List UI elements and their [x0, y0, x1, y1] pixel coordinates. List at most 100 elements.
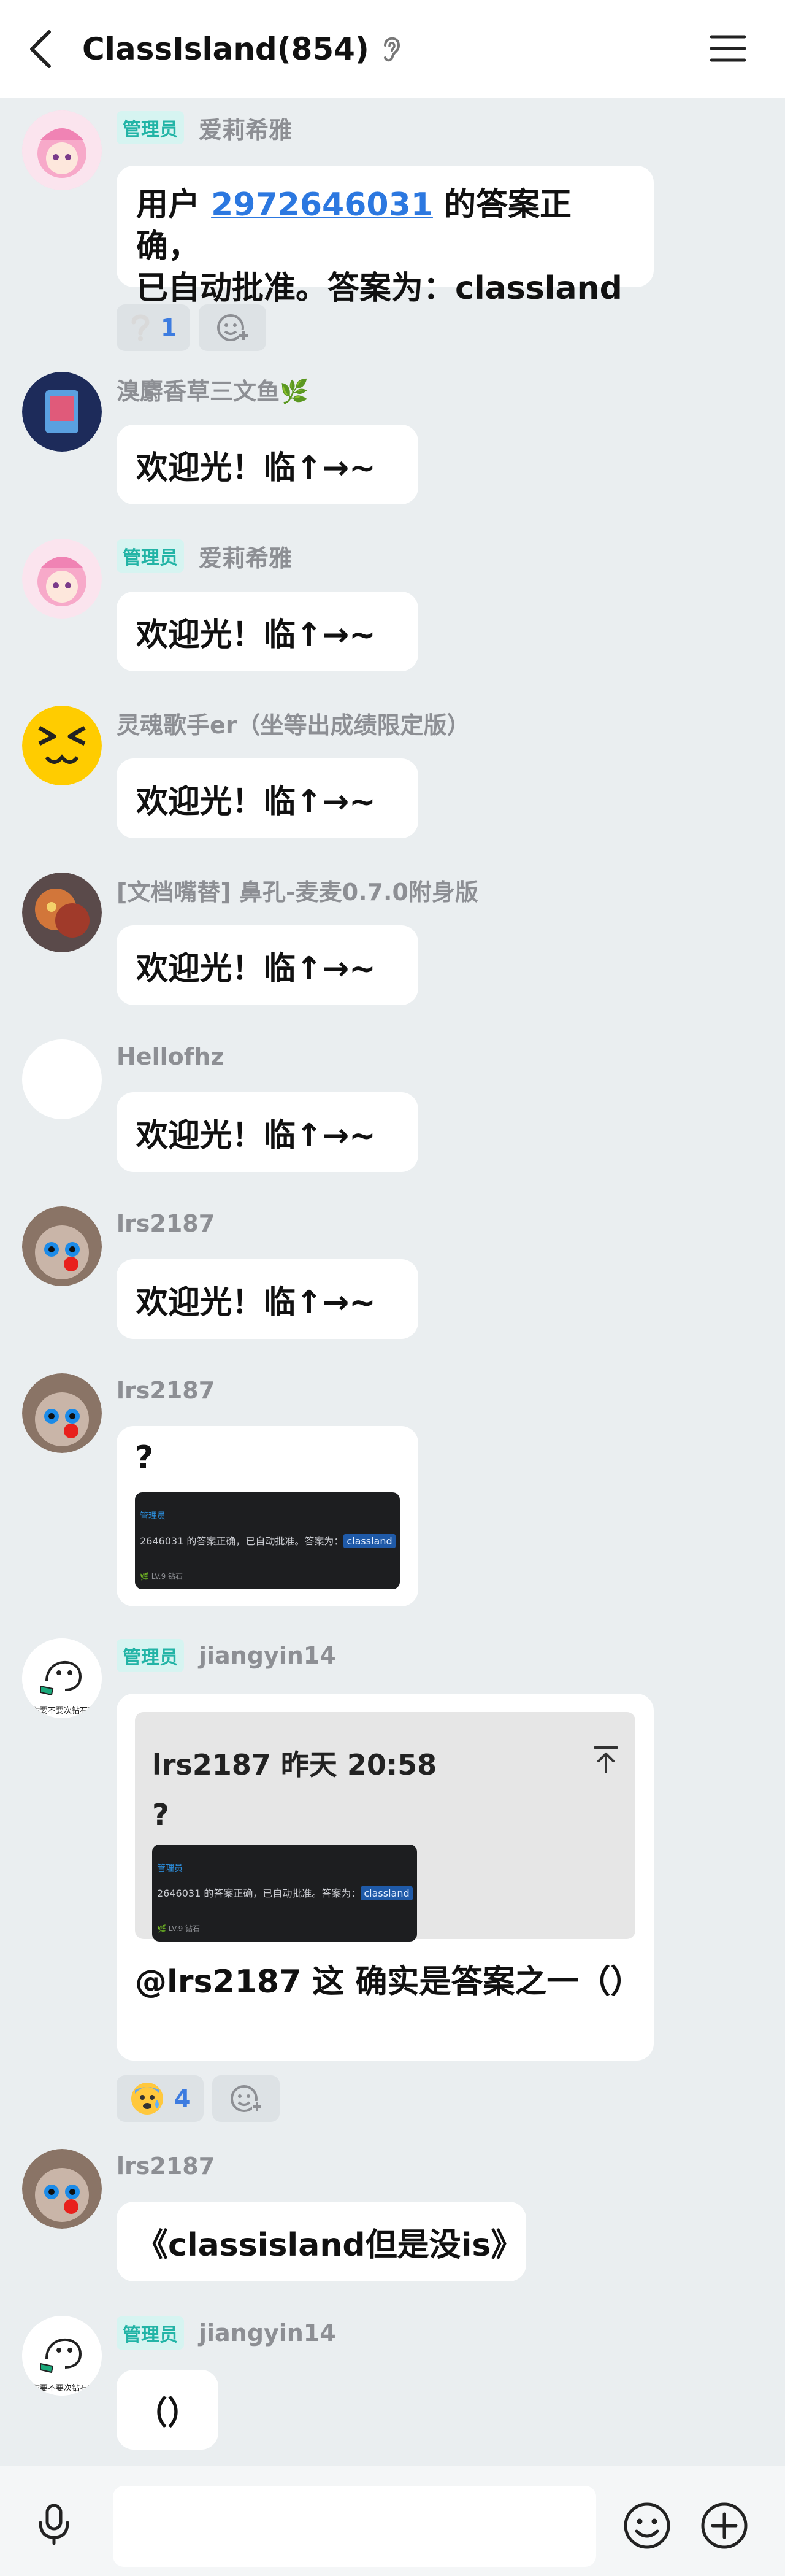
- avatar[interactable]: [22, 110, 102, 190]
- anxious-face-icon: [131, 2083, 163, 2115]
- ear-icon: [383, 37, 400, 62]
- sender-name[interactable]: lrs2187: [117, 2153, 215, 2180]
- chat-header: ClassIsland(854): [0, 0, 785, 98]
- sender-name[interactable]: jiangyin14: [199, 2320, 336, 2347]
- message-text: 欢迎光！临↑→~: [136, 1117, 376, 1154]
- sender-line: [文档嘴替] 鼻孔-麦麦0.7.0附身版: [117, 873, 478, 907]
- message-bubble[interactable]: （）: [117, 2370, 218, 2450]
- sender-name[interactable]: Hellofhz: [117, 1043, 224, 1070]
- message-text: （）: [135, 2394, 199, 2432]
- sender-line: 管理员 爱莉希雅: [117, 110, 292, 145]
- message-bubble[interactable]: lrs2187 昨天 20:58 ? 管理员 2646031 的答案正确，已自动…: [117, 1694, 654, 2061]
- message-bubble[interactable]: 用户 2972646031 的答案正确， 已自动批准。答案为：classland: [117, 166, 654, 307]
- chat-title: ClassIsland(854): [82, 31, 369, 67]
- message-row: 管理员 爱莉希雅 欢迎光！临↑→~: [0, 539, 785, 676]
- screenshot-tag: 管理员: [157, 1864, 183, 1873]
- add-reaction-button[interactable]: [199, 304, 267, 351]
- reaction-row: 4: [117, 2075, 280, 2122]
- screenshot-highlight: classland: [343, 1534, 396, 1548]
- message-bubble[interactable]: 欢迎光！临↑→~: [117, 925, 418, 1005]
- sender-line: lrs2187: [117, 1373, 215, 1408]
- avatar[interactable]: 你要不要次钻石?: [22, 1638, 102, 1718]
- question-mark-icon: [131, 314, 150, 341]
- message-row: lrs2187 欢迎光！临↑→~: [0, 1206, 785, 1344]
- message-text: ?: [135, 1440, 154, 1476]
- reaction-count: 1: [161, 314, 177, 341]
- sender-name[interactable]: 爱莉希雅: [199, 539, 292, 573]
- message-row: 管理员 爱莉希雅 用户 2972646031 的答案正确， 已自动批准。答案为：…: [0, 110, 785, 356]
- composer-bar: [0, 2466, 785, 2576]
- screenshot-footer: 🌿 LV.9 钻石: [140, 1572, 183, 1581]
- message-row: Hellofhz 欢迎光！临↑→~: [0, 1039, 785, 1177]
- avatar[interactable]: [22, 1039, 102, 1119]
- message-bubble[interactable]: 欢迎光！临↑→~: [117, 1092, 418, 1172]
- sender-name[interactable]: 爱莉希雅: [199, 111, 292, 145]
- user-id-link[interactable]: 2972646031: [211, 187, 433, 223]
- message-bubble[interactable]: 欢迎光！临↑→~: [117, 1259, 418, 1339]
- message-row: 你要不要次钻石? 管理员 jiangyin14 lrs2187 昨天 20:58…: [0, 1638, 785, 2122]
- message-bubble[interactable]: 欢迎光！临↑→~: [117, 592, 418, 671]
- reaction-anxious[interactable]: 4: [117, 2075, 204, 2122]
- message-text: 欢迎光！临↑→~: [136, 449, 376, 487]
- message-text: 用户: [136, 187, 212, 223]
- admin-badge: 管理员: [117, 1639, 184, 1672]
- avatar[interactable]: [22, 706, 102, 785]
- avatar[interactable]: [22, 873, 102, 952]
- sender-name[interactable]: lrs2187: [117, 1377, 215, 1404]
- message-text: 欢迎光！临↑→~: [136, 783, 376, 820]
- sender-line: 溴麝香草三文鱼🌿: [117, 372, 308, 406]
- pin-top-icon[interactable]: [592, 1745, 619, 1775]
- svg-text:你要不要次钻石?: 你要不要次钻石?: [32, 2383, 92, 2393]
- message-bubble[interactable]: ? 管理员 2646031 的答案正确，已自动批准。答案为： classland …: [117, 1426, 418, 1606]
- sender-line: Hellofhz: [117, 1039, 224, 1074]
- message-text: 欢迎光！临↑→~: [136, 616, 376, 654]
- avatar[interactable]: [22, 372, 102, 452]
- screenshot-image[interactable]: 管理员 2646031 的答案正确，已自动批准。答案为： classland 🌿 …: [152, 1845, 417, 1942]
- admin-badge: 管理员: [117, 111, 184, 144]
- screenshot-image[interactable]: 管理员 2646031 的答案正确，已自动批准。答案为： classland 🌿 …: [135, 1492, 400, 1589]
- quote-header: lrs2187 昨天 20:58: [152, 1748, 437, 1781]
- message-text: @lrs2187 这 确实是答案之一（）: [135, 1964, 643, 2000]
- screenshot-highlight: classland: [361, 1886, 413, 1900]
- add-reaction-icon: [231, 2085, 262, 2112]
- quote-text: ?: [152, 1798, 169, 1832]
- message-text: 已自动批准。答案为：classland: [136, 270, 622, 307]
- sender-name[interactable]: lrs2187: [117, 1210, 215, 1237]
- menu-icon[interactable]: [708, 31, 748, 66]
- sender-name[interactable]: 溴麝香草三文鱼🌿: [117, 372, 308, 406]
- mic-icon[interactable]: [32, 2502, 76, 2546]
- plus-icon[interactable]: [699, 2501, 749, 2551]
- reaction-count: 4: [174, 2085, 191, 2112]
- quoted-message[interactable]: lrs2187 昨天 20:58 ? 管理员 2646031 的答案正确，已自动…: [135, 1712, 635, 1942]
- chat-title-group[interactable]: ClassIsland(854): [82, 27, 404, 71]
- screenshot-line: 2646031 的答案正确，已自动批准。答案为：: [140, 1535, 344, 1547]
- screenshot-caption: 2646031 的答案正确，已自动批准。答案为： classland: [157, 1885, 413, 1900]
- message-input[interactable]: [113, 2486, 596, 2567]
- avatar[interactable]: [22, 2149, 102, 2229]
- admin-badge: 管理员: [117, 2316, 184, 2350]
- message-row: 灵魂歌手er（坐等出成绩限定版） 欢迎光！临↑→~: [0, 706, 785, 843]
- reaction-question[interactable]: 1: [117, 304, 191, 351]
- emoji-icon[interactable]: [622, 2501, 672, 2551]
- message-text: 欢迎光！临↑→~: [136, 1284, 376, 1321]
- avatar[interactable]: [22, 1206, 102, 1286]
- message-row: 溴麝香草三文鱼🌿 欢迎光！临↑→~: [0, 372, 785, 509]
- avatar[interactable]: 你要不要次钻石?: [22, 2316, 102, 2396]
- message-row: 你要不要次钻石? 管理员 jiangyin14 （）: [0, 2316, 785, 2453]
- screenshot-caption: 2646031 的答案正确，已自动批准。答案为： classland: [140, 1533, 396, 1548]
- sender-name[interactable]: [文档嘴替] 鼻孔-麦麦0.7.0附身版: [117, 873, 478, 907]
- sender-name[interactable]: jiangyin14: [199, 1642, 336, 1669]
- message-bubble[interactable]: 欢迎光！临↑→~: [117, 758, 418, 838]
- message-bubble[interactable]: 《classisland但是没is》: [117, 2202, 526, 2281]
- add-reaction-button[interactable]: [212, 2075, 280, 2122]
- sender-line: 管理员 jiangyin14: [117, 1638, 336, 1673]
- back-icon[interactable]: [25, 26, 59, 72]
- sender-name[interactable]: 灵魂歌手er（坐等出成绩限定版）: [117, 706, 470, 740]
- add-reaction-icon: [217, 314, 249, 341]
- message-row: lrs2187 《classisland但是没is》: [0, 2149, 785, 2286]
- svg-text:你要不要次钻石?: 你要不要次钻石?: [32, 1706, 92, 1716]
- avatar[interactable]: [22, 539, 102, 619]
- message-bubble[interactable]: 欢迎光！临↑→~: [117, 425, 418, 504]
- avatar[interactable]: [22, 1373, 102, 1453]
- reaction-row: 1: [117, 304, 267, 351]
